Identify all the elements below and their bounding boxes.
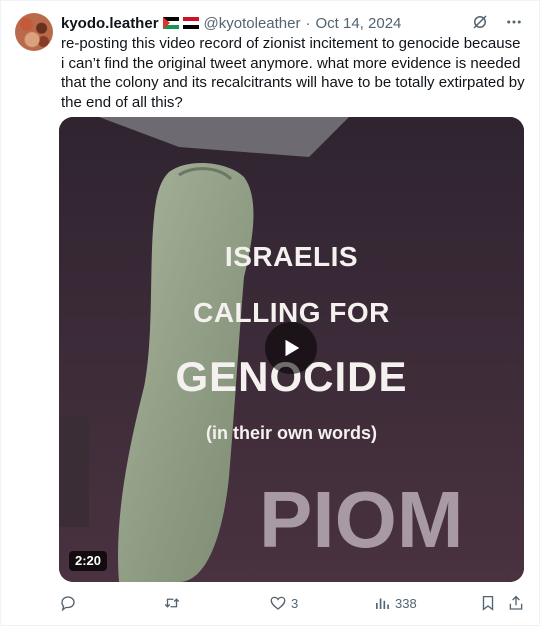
share-icon <box>509 595 523 610</box>
more-icon[interactable] <box>505 13 523 31</box>
display-name[interactable]: kyodo.leather <box>61 15 159 32</box>
play-icon <box>285 339 300 357</box>
like-button[interactable]: 3 <box>269 592 298 614</box>
palestine-flag-icon <box>162 17 179 29</box>
tweet-text: re-posting this video record of zionist … <box>61 35 525 111</box>
tweet-header: kyodo.leather @kyotoleather · Oct 14, 20… <box>61 13 529 33</box>
bookmark-icon <box>482 595 494 611</box>
video-duration: 2:20 <box>69 551 108 571</box>
avatar[interactable] <box>15 13 53 51</box>
reply-button[interactable] <box>59 592 81 614</box>
header-icons <box>471 13 523 31</box>
tweet: kyodo.leather @kyotoleather · Oct 14, 20… <box>0 0 540 626</box>
shirt-print-text: PIOM <box>259 475 463 564</box>
separator-dot: · <box>305 14 311 32</box>
repost-button[interactable] <box>163 592 185 614</box>
repost-icon <box>164 598 180 608</box>
share-button[interactable] <box>507 592 525 614</box>
handle[interactable]: @kyotoleather <box>204 15 301 32</box>
play-button[interactable] <box>265 322 317 374</box>
overlay-line-4: (in their own words) <box>206 423 377 443</box>
tweet-date[interactable]: Oct 14, 2024 <box>315 15 401 32</box>
action-bar: 3 338 <box>59 592 525 614</box>
bookmark-button[interactable] <box>479 592 497 614</box>
reply-icon <box>61 596 75 612</box>
like-icon <box>270 596 286 610</box>
view-count: 338 <box>395 595 417 611</box>
like-count: 3 <box>291 595 299 611</box>
overlay-line-1: ISRAELIS <box>224 241 359 272</box>
views-button[interactable]: 338 <box>373 592 417 614</box>
yemen-flag-icon <box>182 17 199 29</box>
grok-icon[interactable] <box>471 13 489 31</box>
video-player[interactable]: PIOM ISRAELIS CALLING FOR GENOCIDE (in t… <box>59 117 524 582</box>
views-icon <box>376 598 389 609</box>
